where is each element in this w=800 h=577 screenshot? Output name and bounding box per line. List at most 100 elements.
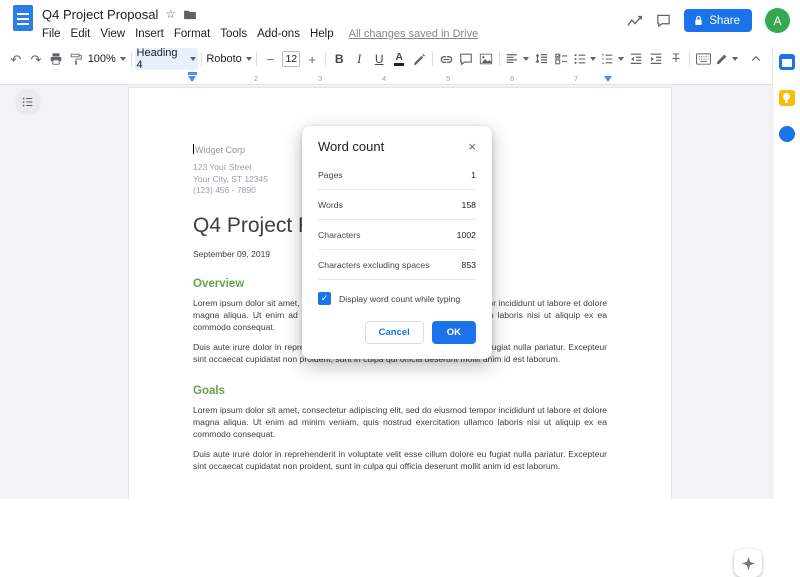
saved-status[interactable]: All changes saved in Drive <box>349 28 479 40</box>
checkbox-checked[interactable]: ✓ <box>318 292 331 305</box>
comments-icon[interactable] <box>656 13 671 28</box>
menu-tools[interactable]: Tools <box>215 26 252 42</box>
ruler-tick: 7 <box>574 74 578 83</box>
docs-logo-icon[interactable] <box>13 5 33 31</box>
left-margin-marker[interactable] <box>188 76 196 82</box>
word-count-rows: Pages 1 Words 158 Characters 1002 Charac… <box>318 160 476 280</box>
ruler-tick: 5 <box>446 74 450 83</box>
row-characters-excluding-spaces: Characters excluding spaces 853 <box>318 250 476 280</box>
font-size-value[interactable]: 12 <box>282 51 300 67</box>
italic-button[interactable]: I <box>349 48 369 70</box>
font-size-increase-button[interactable]: + <box>302 48 322 70</box>
clear-formatting-button[interactable]: T <box>666 48 686 70</box>
ruler-tick: 6 <box>510 74 514 83</box>
bold-button[interactable]: B <box>329 48 349 70</box>
explore-button[interactable] <box>734 549 762 577</box>
paragraph: Duis aute irure dolor in reprehenderit i… <box>193 448 607 473</box>
increase-indent-button[interactable] <box>646 48 666 70</box>
star-icon[interactable]: ☆ <box>165 8 176 20</box>
numbered-list-button[interactable] <box>598 48 626 70</box>
show-outline-button[interactable] <box>15 89 41 115</box>
ruler-tick: 3 <box>318 74 322 83</box>
checklist-button[interactable] <box>551 48 571 70</box>
redo-button[interactable]: ↷ <box>26 48 46 70</box>
line-spacing-icon <box>534 52 548 66</box>
text-cursor <box>193 144 194 154</box>
caret-down-icon <box>120 57 126 61</box>
caret-down-icon <box>190 57 196 61</box>
keep-icon[interactable] <box>779 90 795 106</box>
bulleted-list-button[interactable] <box>571 48 599 70</box>
separator <box>689 52 690 67</box>
menu-edit[interactable]: Edit <box>66 26 96 42</box>
highlighter-icon <box>413 53 426 66</box>
underline-button[interactable]: U <box>369 48 389 70</box>
tasks-icon[interactable] <box>779 126 795 142</box>
outdent-icon <box>629 52 643 66</box>
print-button[interactable] <box>46 48 66 70</box>
paint-format-button[interactable] <box>66 48 86 70</box>
decrease-indent-button[interactable] <box>626 48 646 70</box>
explore-star-icon <box>741 556 756 571</box>
menu-bar: File Edit View Insert Format Tools Add-o… <box>37 26 478 42</box>
font-size-decrease-button[interactable]: − <box>260 48 280 70</box>
outline-icon <box>21 95 35 109</box>
input-tools-button[interactable] <box>693 48 713 70</box>
title-area: Q4 Project Proposal ☆ <box>42 4 197 24</box>
styles-select[interactable]: Heading 4 <box>135 48 198 70</box>
row-characters: Characters 1002 <box>318 220 476 250</box>
app-header: Q4 Project Proposal ☆ File Edit View Ins… <box>0 0 800 46</box>
text-color-button[interactable]: A <box>389 48 409 70</box>
dialog-actions: Cancel OK <box>318 321 476 344</box>
align-left-icon <box>505 52 519 66</box>
menu-help[interactable]: Help <box>305 26 339 42</box>
highlight-color-button[interactable] <box>409 48 429 70</box>
docs-logo-lines <box>17 13 29 26</box>
separator <box>432 52 433 67</box>
menu-view[interactable]: View <box>95 26 130 42</box>
separator <box>499 52 500 67</box>
insert-image-button[interactable] <box>476 48 496 70</box>
collapse-toolbar-button[interactable] <box>746 48 766 70</box>
row-words: Words 158 <box>318 190 476 220</box>
right-margin-marker[interactable] <box>604 76 612 82</box>
menu-addons[interactable]: Add-ons <box>252 26 305 42</box>
line-spacing-button[interactable] <box>531 48 551 70</box>
side-panel-strip <box>772 46 800 499</box>
lock-icon <box>694 15 703 26</box>
align-button[interactable] <box>503 48 531 70</box>
separator <box>325 52 326 67</box>
share-button[interactable]: Share <box>684 9 752 32</box>
first-line-indent-marker[interactable] <box>188 72 197 75</box>
insert-link-button[interactable] <box>436 48 456 70</box>
add-comment-button[interactable] <box>456 48 476 70</box>
cancel-button[interactable]: Cancel <box>365 321 424 344</box>
separator <box>131 52 132 67</box>
separator <box>201 52 202 67</box>
close-icon[interactable]: × <box>468 140 476 153</box>
avatar[interactable]: A <box>765 8 790 33</box>
toolbar: ↶ ↷ 100% Heading 4 Roboto − 12 + B I U A <box>0 46 772 72</box>
calendar-icon[interactable] <box>779 54 795 70</box>
caret-down-icon <box>246 57 252 61</box>
menu-file[interactable]: File <box>37 26 66 42</box>
pencil-icon <box>715 53 728 66</box>
font-select[interactable]: Roboto <box>205 48 254 70</box>
undo-button[interactable]: ↶ <box>6 48 26 70</box>
ruler-tick: 2 <box>254 74 258 83</box>
word-count-dialog: Word count × Pages 1 Words 158 Character… <box>302 126 492 359</box>
editing-mode-button[interactable] <box>713 48 740 70</box>
numbered-list-icon <box>600 52 614 66</box>
ok-button[interactable]: OK <box>432 321 476 344</box>
menu-insert[interactable]: Insert <box>130 26 169 42</box>
insights-icon[interactable] <box>627 14 643 28</box>
indent-icon <box>649 52 663 66</box>
zoom-select[interactable]: 100% <box>86 48 128 70</box>
menu-format[interactable]: Format <box>169 26 215 42</box>
checklist-icon <box>554 52 568 66</box>
document-title[interactable]: Q4 Project Proposal <box>42 7 158 22</box>
row-pages: Pages 1 <box>318 160 476 190</box>
paragraph: Lorem ipsum dolor sit amet, consectetur … <box>193 404 607 441</box>
display-while-typing-option: ✓ Display word count while typing <box>318 292 476 305</box>
move-folder-icon[interactable] <box>183 9 197 20</box>
